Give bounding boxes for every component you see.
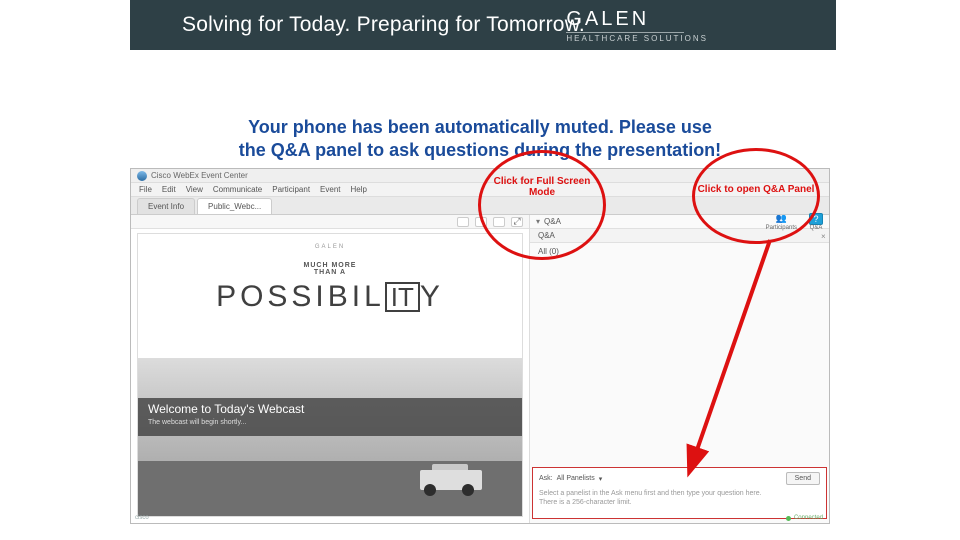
tab-public-webcast[interactable]: Public_Webc... xyxy=(197,198,272,214)
poss-box: IT xyxy=(385,282,420,312)
ask-target-dropdown[interactable]: All Panelists xyxy=(557,475,595,482)
webex-window: Cisco WebEx Event Center File Edit View … xyxy=(130,168,830,524)
qa-close-button[interactable]: × xyxy=(821,232,829,240)
menu-participant[interactable]: Participant xyxy=(272,185,310,194)
instruction-text: Your phone has been automatically muted.… xyxy=(0,116,960,163)
qa-all-filter[interactable]: All (0) xyxy=(530,243,829,260)
placeholder-line1: Select a panelist in the Ask menu first … xyxy=(539,490,762,497)
welcome-band: Welcome to Today's Webcast The webcast w… xyxy=(138,398,522,436)
qa-panel-button[interactable]: ? Q&A xyxy=(809,213,823,231)
slide-headline-2: THAN A xyxy=(314,269,346,276)
status-dot-icon xyxy=(786,516,791,521)
webex-icon xyxy=(137,171,147,181)
question-input[interactable]: Select a panelist in the Ask menu first … xyxy=(539,489,820,507)
fullscreen-icon: ⤢ xyxy=(513,216,520,227)
toolbar-button[interactable] xyxy=(493,217,505,227)
menu-view[interactable]: View xyxy=(186,185,203,194)
menu-file[interactable]: File xyxy=(139,185,152,194)
poss-left: POSSIBIL xyxy=(216,280,385,314)
logo-subtitle: HEALTHCARE SOLUTIONS xyxy=(566,34,708,43)
connection-status: Connected xyxy=(786,515,823,521)
tab-row: Event Info Public_Webc... xyxy=(131,197,829,215)
brand-logo: GALEN HEALTHCARE SOLUTIONS xyxy=(566,8,708,43)
presentation-slide: GALEN MUCH MORE THAN A POSSIBIL IT Y xyxy=(137,233,523,517)
slide-headline-1: MUCH MORE xyxy=(304,262,357,269)
side-toolbar: ▾ Q&A 👥 Participants ? Q&A xyxy=(530,215,829,229)
qa-header-label: Q&A xyxy=(538,231,821,240)
presentation-panel: ⤢ GALEN MUCH MORE THAN A POSSIBIL IT Y xyxy=(131,215,529,523)
poss-right: Y xyxy=(420,280,444,314)
logo-divider xyxy=(566,32,684,33)
placeholder-line2: There is a 256-character limit. xyxy=(539,499,632,506)
welcome-sub: The webcast will begin shortly... xyxy=(148,419,512,426)
instruction-line2: the Q&A panel to ask questions during th… xyxy=(239,140,721,160)
qa-chevron-icon[interactable]: ▾ xyxy=(536,217,540,226)
ask-label: Ask: xyxy=(539,475,553,482)
fullscreen-button[interactable]: ⤢ xyxy=(511,217,523,227)
toolbar-button[interactable] xyxy=(475,217,487,227)
qa-header: Q&A × xyxy=(530,229,829,243)
dropdown-icon[interactable]: ▾ xyxy=(599,475,603,483)
connected-label: Connected xyxy=(794,515,823,521)
welcome-heading: Welcome to Today's Webcast xyxy=(148,402,512,416)
send-button[interactable]: Send xyxy=(786,472,820,485)
logo-name: GALEN xyxy=(566,8,708,31)
header-title: Solving for Today. Preparing for Tomorro… xyxy=(182,13,585,37)
cisco-footer: cisco xyxy=(135,515,149,521)
slide-brand: GALEN xyxy=(315,244,345,250)
tab-event-info[interactable]: Event Info xyxy=(137,198,195,214)
participants-button[interactable]: 👥 Participants xyxy=(766,213,797,231)
window-title: Cisco WebEx Event Center xyxy=(151,171,248,180)
participants-label: Participants xyxy=(766,225,797,231)
slide-possibility: POSSIBIL IT Y xyxy=(216,280,444,314)
qa-toolbar-label: Q&A xyxy=(544,217,561,226)
slide-photo xyxy=(138,358,522,516)
slide-header: Solving for Today. Preparing for Tomorro… xyxy=(130,0,836,50)
participants-icon: 👥 xyxy=(774,213,788,225)
menu-help[interactable]: Help xyxy=(351,185,367,194)
ask-box: Ask: All Panelists ▾ Send Select a panel… xyxy=(532,467,827,519)
qa-label: Q&A xyxy=(810,225,823,231)
menu-bar: File Edit View Communicate Participant E… xyxy=(131,183,829,197)
menu-event[interactable]: Event xyxy=(320,185,340,194)
qa-icon: ? xyxy=(809,213,823,225)
vehicle xyxy=(412,462,492,498)
toolbar-button[interactable] xyxy=(457,217,469,227)
menu-edit[interactable]: Edit xyxy=(162,185,176,194)
instruction-line1: Your phone has been automatically muted.… xyxy=(248,117,712,137)
menu-communicate[interactable]: Communicate xyxy=(213,185,262,194)
side-panel: ▾ Q&A 👥 Participants ? Q&A Q&A × xyxy=(529,215,829,523)
presentation-toolbar: ⤢ xyxy=(131,215,529,229)
window-titlebar: Cisco WebEx Event Center xyxy=(131,169,829,183)
